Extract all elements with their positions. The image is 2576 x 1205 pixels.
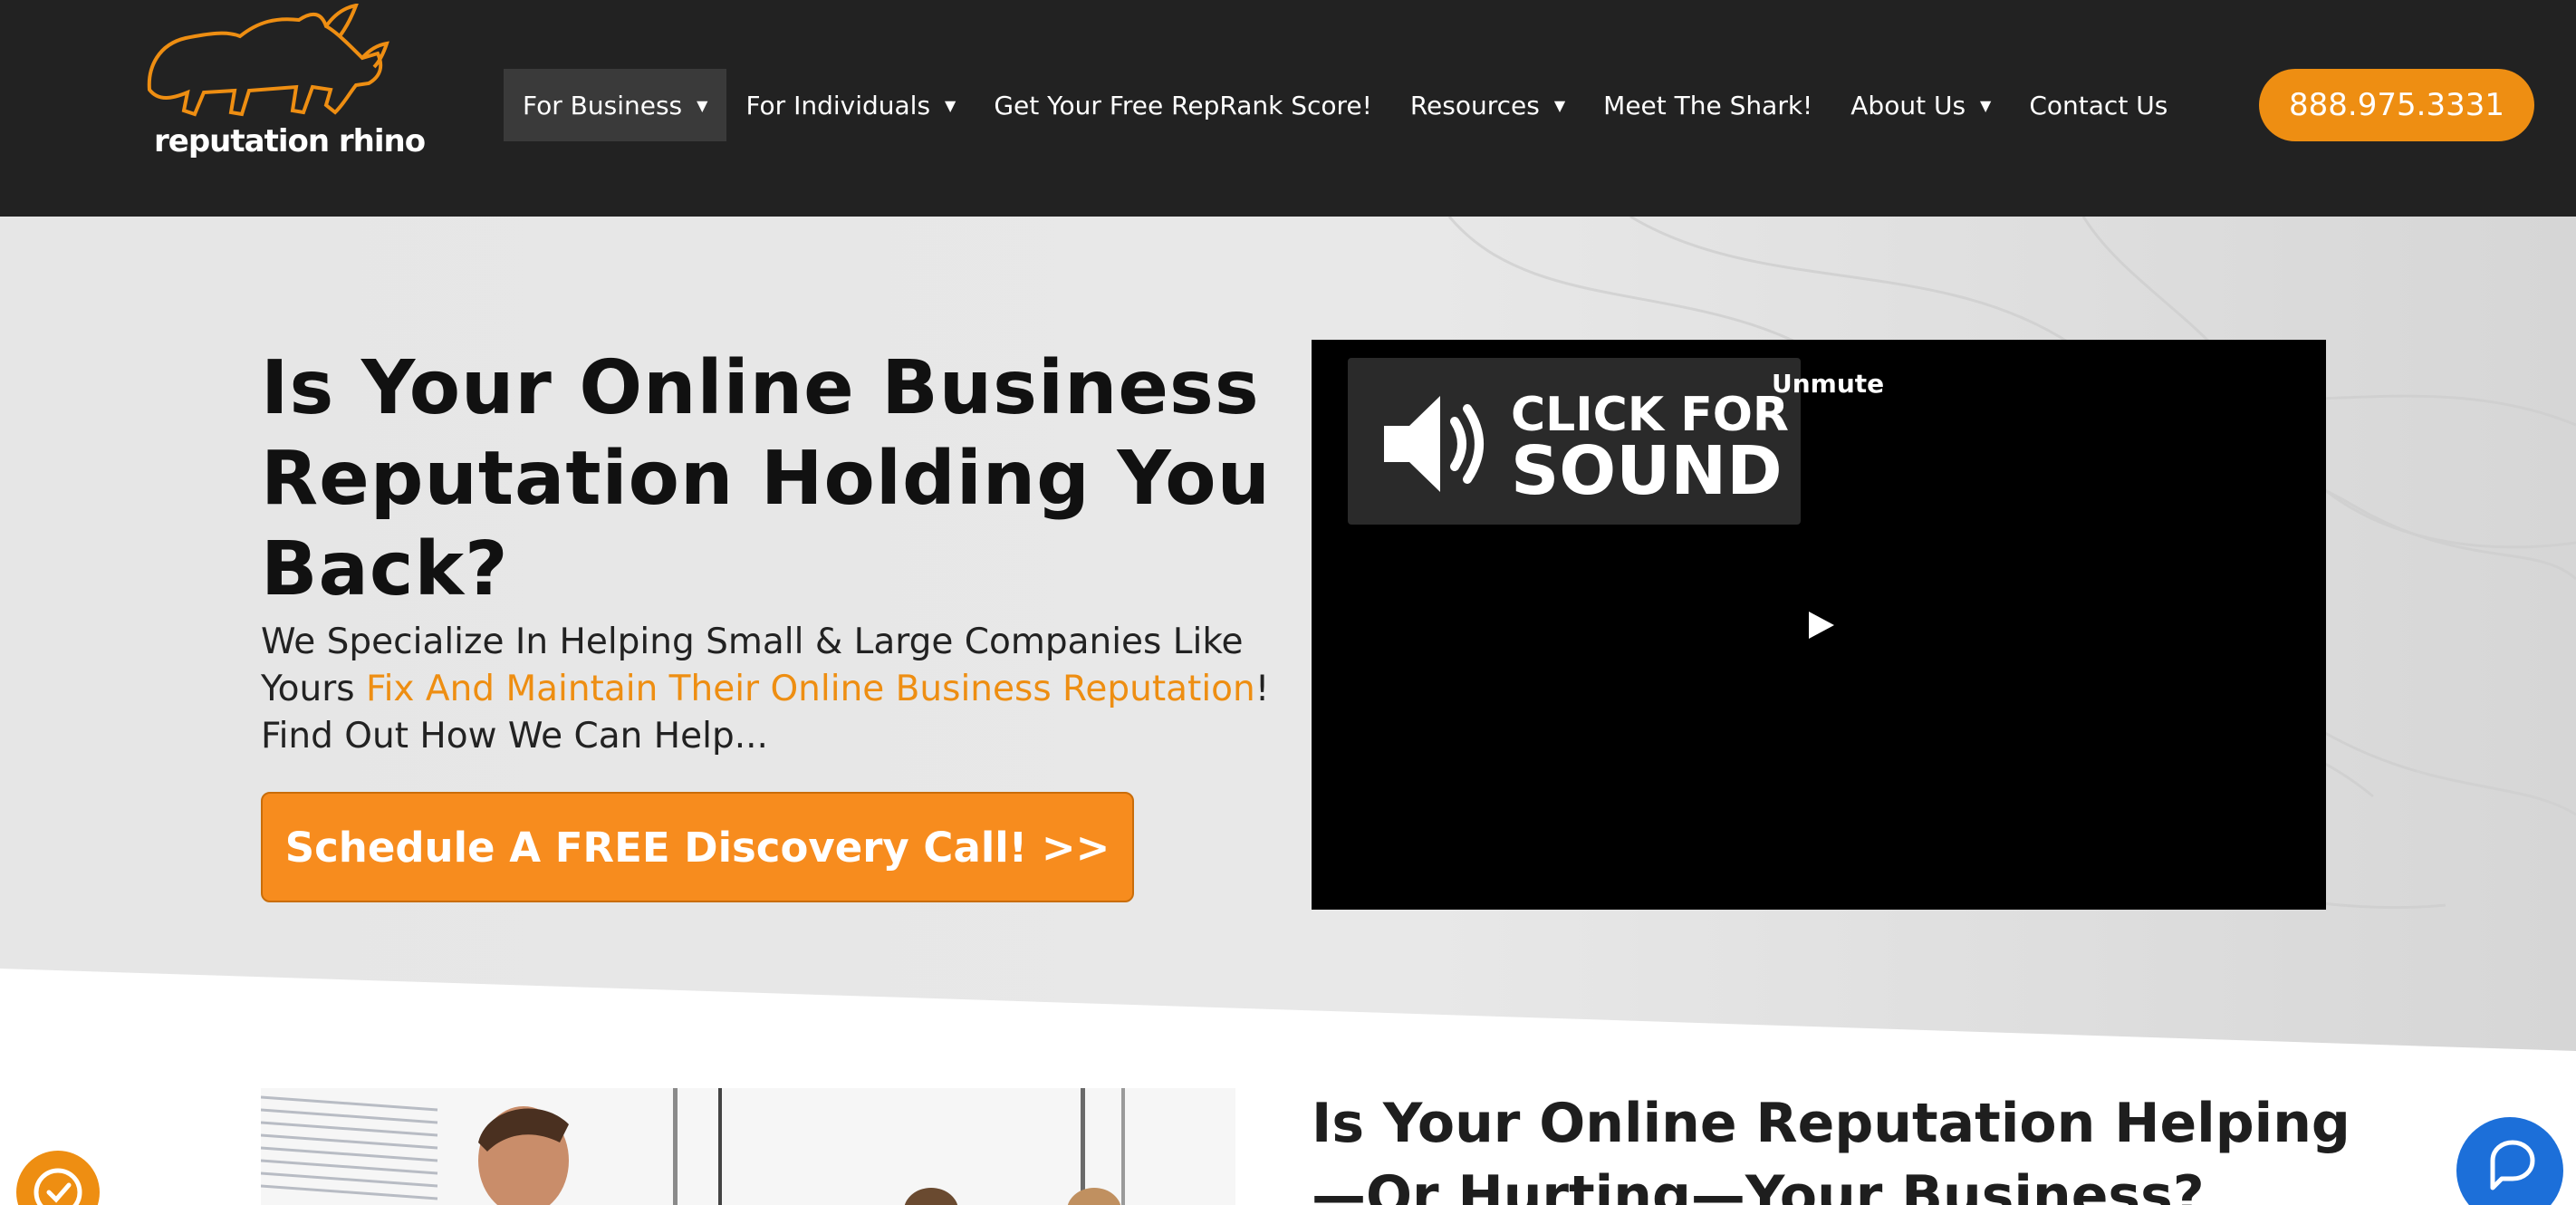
phone-button[interactable]: 888.975.3331: [2259, 69, 2534, 141]
caret-down-icon: ▼: [1980, 96, 1992, 114]
click-for-sound-overlay[interactable]: CLICK FOR SOUND: [1348, 358, 1801, 525]
nav-item-label: Meet The Shark!: [1603, 90, 1813, 120]
schedule-call-button[interactable]: Schedule A FREE Discovery Call! >>: [261, 792, 1134, 902]
play-icon[interactable]: [1805, 610, 1836, 641]
click-line-2: SOUND: [1511, 432, 1783, 510]
main-nav: For Business ▼ For Individuals ▼ Get You…: [504, 69, 2187, 141]
clock-check-icon: [34, 1168, 82, 1205]
subtitle-highlight: Fix And Maintain Their Online Business R…: [365, 669, 1255, 709]
nav-item-reprank-score[interactable]: Get Your Free RepRank Score!: [975, 69, 1391, 141]
video-player[interactable]: CLICK FOR SOUND Unmute: [1312, 340, 2326, 910]
rhino-icon: [147, 3, 389, 117]
site-header: reputation rhino For Business ▼ For Indi…: [0, 0, 2576, 217]
unmute-label[interactable]: Unmute: [1772, 369, 1884, 399]
caret-down-icon: ▼: [697, 96, 708, 114]
nav-item-label: Get Your Free RepRank Score!: [994, 90, 1372, 120]
caret-down-icon: ▼: [1553, 96, 1566, 114]
nav-item-label: Resources: [1409, 90, 1540, 120]
logo-text: reputation rhino: [154, 123, 426, 159]
hero-subtitle: We Specialize In Helping Small & Large C…: [261, 619, 1293, 760]
nav-item-contact-us[interactable]: Contact Us: [2010, 69, 2187, 141]
hero-title: Is Your Online Business Reputation Holdi…: [261, 345, 1271, 612]
caret-down-icon: ▼: [945, 96, 956, 114]
team-photo-image: [261, 1088, 1235, 1205]
nav-item-label: About Us: [1850, 90, 1966, 120]
clock-check-badge[interactable]: [16, 1151, 100, 1205]
nav-item-for-individuals[interactable]: For Individuals ▼: [726, 69, 975, 141]
team-photo: [261, 1088, 1235, 1205]
nav-item-label: For Individuals: [745, 90, 931, 120]
section2-title: Is Your Online Reputation Helping—Or Hur…: [1312, 1092, 2350, 1205]
chat-icon: [2490, 1140, 2535, 1191]
chat-button[interactable]: [2456, 1117, 2563, 1205]
nav-item-label: Contact Us: [2029, 90, 2168, 120]
speaker-icon: [1384, 396, 1484, 492]
nav-item-meet-the-shark[interactable]: Meet The Shark!: [1584, 69, 1831, 141]
nav-item-about-us[interactable]: About Us ▼: [1831, 69, 2010, 141]
hero-section: Is Your Online Business Reputation Holdi…: [0, 217, 2576, 1051]
nav-item-label: For Business: [523, 90, 683, 120]
nav-item-for-business[interactable]: For Business ▼: [504, 69, 727, 141]
click-for-sound-text: CLICK FOR SOUND: [1511, 390, 1789, 510]
nav-item-resources[interactable]: Resources ▼: [1391, 69, 1584, 141]
